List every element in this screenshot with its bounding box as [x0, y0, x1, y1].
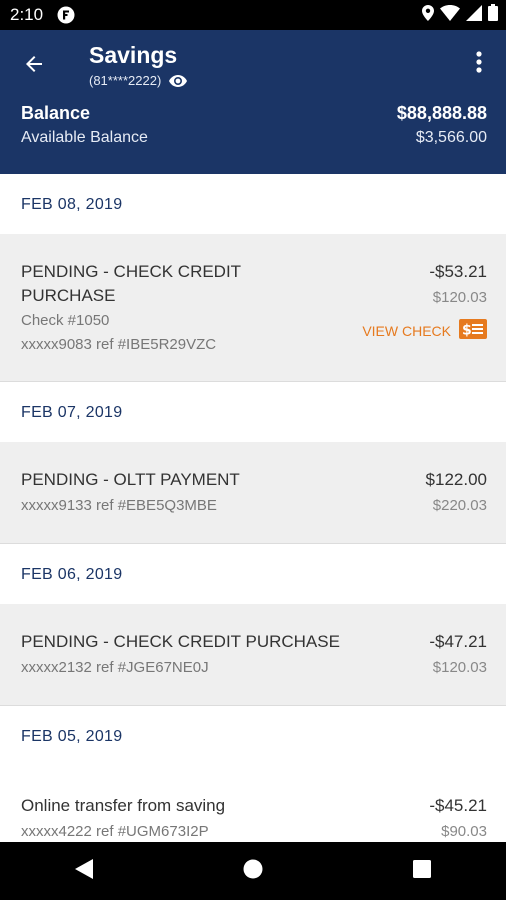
- transaction-amount: -$45.21: [429, 796, 487, 815]
- signal-icon: [466, 4, 482, 26]
- eye-icon[interactable]: [169, 74, 188, 87]
- notification-app-icon: [57, 6, 75, 24]
- status-bar: 2:10: [0, 0, 506, 30]
- available-balance-label: Available Balance: [21, 129, 148, 146]
- transaction-amount: -$53.21: [429, 262, 487, 281]
- overflow-menu-button[interactable]: [464, 48, 494, 80]
- circle-home-icon: [243, 859, 263, 884]
- transaction-reference: xxxxx4222 ref #UGM673I2P: [21, 823, 209, 840]
- transaction-row[interactable]: Online transfer from saving xxxxx4222 re…: [0, 766, 506, 842]
- transaction-reference: xxxxx2132 ref #JGE67NE0J: [21, 659, 209, 676]
- date-label: FEB 06, 2019: [21, 566, 123, 583]
- date-header: FEB 07, 2019: [0, 382, 506, 442]
- account-number-row: (81****2222): [89, 73, 188, 88]
- running-balance: $90.03: [441, 823, 487, 840]
- date-header: FEB 08, 2019: [0, 174, 506, 234]
- view-check-button[interactable]: VIEW CHECK $: [362, 319, 487, 342]
- status-icons: [422, 4, 498, 26]
- balance-label: Balance: [21, 103, 91, 123]
- battery-icon: [488, 4, 498, 26]
- check-image-icon: $: [459, 319, 487, 342]
- location-icon: [422, 4, 434, 26]
- date-header: FEB 05, 2019: [0, 706, 506, 766]
- transaction-row[interactable]: PENDING - CHECK CREDIT PURCHASE xxxxx213…: [0, 604, 506, 706]
- triangle-back-icon: [75, 858, 94, 884]
- transaction-description: PENDING - OLTT PAYMENT: [21, 470, 240, 489]
- more-vert-icon: [476, 50, 482, 78]
- wifi-icon: [440, 4, 460, 26]
- transaction-reference: xxxxx9133 ref #EBE5Q3MBE: [21, 497, 217, 514]
- transaction-row[interactable]: PENDING - OLTT PAYMENT xxxxx9133 ref #EB…: [0, 442, 506, 544]
- transaction-reference: xxxxx9083 ref #IBE5R29VZC: [21, 336, 217, 353]
- date-label: FEB 07, 2019: [21, 404, 123, 421]
- square-recents-icon: [412, 859, 431, 883]
- transaction-row[interactable]: PENDING - CHECK CREDIT PURCHASE Check #1…: [0, 234, 506, 382]
- back-button[interactable]: [16, 48, 52, 84]
- date-label: FEB 05, 2019: [21, 728, 123, 745]
- view-check-label: VIEW CHECK: [362, 322, 451, 339]
- date-header: FEB 06, 2019: [0, 544, 506, 604]
- system-navigation-bar: [0, 842, 506, 900]
- running-balance: $120.03: [432, 289, 487, 306]
- account-header: Savings (81****2222) Balance $88,888.88 …: [0, 30, 506, 174]
- transaction-description: PENDING - CHECK CREDIT PURCHASE: [21, 632, 340, 651]
- transaction-amount: $122.00: [425, 470, 487, 489]
- transaction-description: Online transfer from saving: [21, 796, 226, 815]
- transaction-description: PENDING - CHECK CREDIT PURCHASE: [21, 262, 241, 305]
- nav-home-button[interactable]: [223, 847, 283, 895]
- page-title: Savings: [89, 42, 178, 68]
- arrow-left-icon: [22, 52, 46, 81]
- account-number: (81****2222): [89, 73, 162, 88]
- balance-value: $88,888.88: [396, 103, 487, 123]
- date-label: FEB 08, 2019: [21, 196, 123, 213]
- running-balance: $220.03: [432, 497, 487, 514]
- transaction-list[interactable]: FEB 08, 2019 PENDING - CHECK CREDIT PURC…: [0, 174, 506, 842]
- available-balance-value: $3,566.00: [415, 129, 487, 146]
- transaction-amount: -$47.21: [429, 632, 487, 651]
- status-time: 2:10: [10, 5, 44, 24]
- nav-recents-button[interactable]: [392, 847, 452, 895]
- svg-text:$: $: [462, 323, 472, 339]
- running-balance: $120.03: [432, 659, 487, 676]
- check-number: Check #1050: [21, 312, 110, 329]
- nav-back-button[interactable]: [54, 847, 114, 895]
